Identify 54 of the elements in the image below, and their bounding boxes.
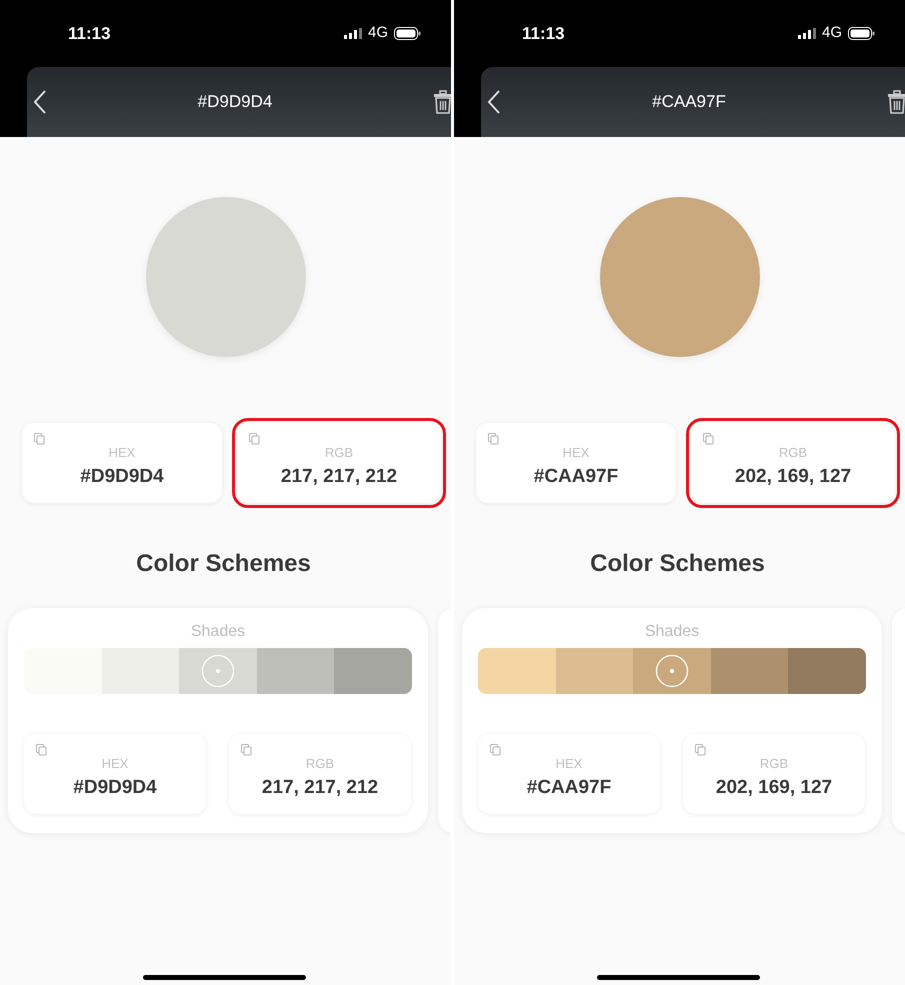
shade-segment[interactable] — [179, 648, 257, 694]
copy-icon[interactable] — [703, 433, 714, 445]
value-text: 202, 169, 127 — [716, 778, 832, 797]
status-time: 11:13 — [68, 22, 111, 45]
value-label: HEX — [102, 757, 128, 770]
value-label: RGB — [778, 446, 808, 459]
back-icon[interactable] — [33, 89, 47, 115]
copy-icon[interactable] — [488, 433, 499, 445]
value-card[interactable]: HEX #CAA97F — [476, 423, 676, 503]
value-text: #D9D9D4 — [80, 467, 164, 486]
section-title: Color Schemes — [590, 549, 765, 579]
value-text: 217, 217, 212 — [262, 778, 378, 797]
value-card[interactable]: RGB 202, 169, 127 — [691, 423, 895, 503]
copy-icon[interactable] — [695, 744, 706, 756]
trash-icon[interactable] — [887, 90, 905, 114]
network-label: 4G — [368, 23, 388, 44]
copy-icon[interactable] — [249, 433, 260, 445]
value-label: RGB — [306, 757, 334, 770]
copy-icon[interactable] — [36, 744, 47, 756]
signal-icon — [798, 28, 816, 39]
nav-title: #CAA97F — [651, 91, 727, 114]
value-text: #CAA97F — [534, 467, 618, 486]
battery-icon — [848, 27, 875, 40]
value-card[interactable]: HEX #D9D9D4 — [24, 734, 206, 814]
copy-icon[interactable] — [490, 744, 501, 756]
scheme-title: Shades — [644, 622, 700, 642]
copy-icon[interactable] — [241, 744, 252, 756]
value-text: 202, 169, 127 — [734, 467, 852, 486]
value-text: #D9D9D4 — [73, 778, 157, 797]
value-label: HEX — [556, 757, 582, 770]
network-label: 4G — [822, 23, 842, 44]
scheme-title: Shades — [190, 622, 246, 642]
value-card[interactable]: RGB 202, 169, 127 — [683, 734, 865, 814]
signal-icon — [344, 28, 362, 39]
shades-bar[interactable] — [24, 648, 412, 694]
trash-icon[interactable] — [433, 90, 451, 114]
value-text: 217, 217, 212 — [280, 467, 398, 486]
value-label: HEX — [562, 446, 590, 459]
value-card[interactable]: RGB 217, 217, 212 — [237, 423, 441, 503]
status-time: 11:13 — [522, 22, 565, 45]
shade-segment[interactable] — [633, 648, 711, 694]
value-text: #CAA97F — [526, 778, 612, 797]
value-label: RGB — [324, 446, 354, 459]
nav-title: #D9D9D4 — [196, 91, 274, 114]
value-label: HEX — [108, 446, 136, 459]
value-card[interactable]: RGB 217, 217, 212 — [229, 734, 411, 814]
value-card[interactable]: HEX #CAA97F — [478, 734, 660, 814]
copy-icon[interactable] — [34, 433, 45, 445]
back-icon[interactable] — [487, 89, 501, 115]
battery-icon — [394, 27, 421, 40]
shades-bar[interactable] — [478, 648, 866, 694]
section-title: Color Schemes — [136, 549, 311, 579]
value-label: RGB — [760, 757, 788, 770]
value-card[interactable]: HEX #D9D9D4 — [22, 423, 222, 503]
